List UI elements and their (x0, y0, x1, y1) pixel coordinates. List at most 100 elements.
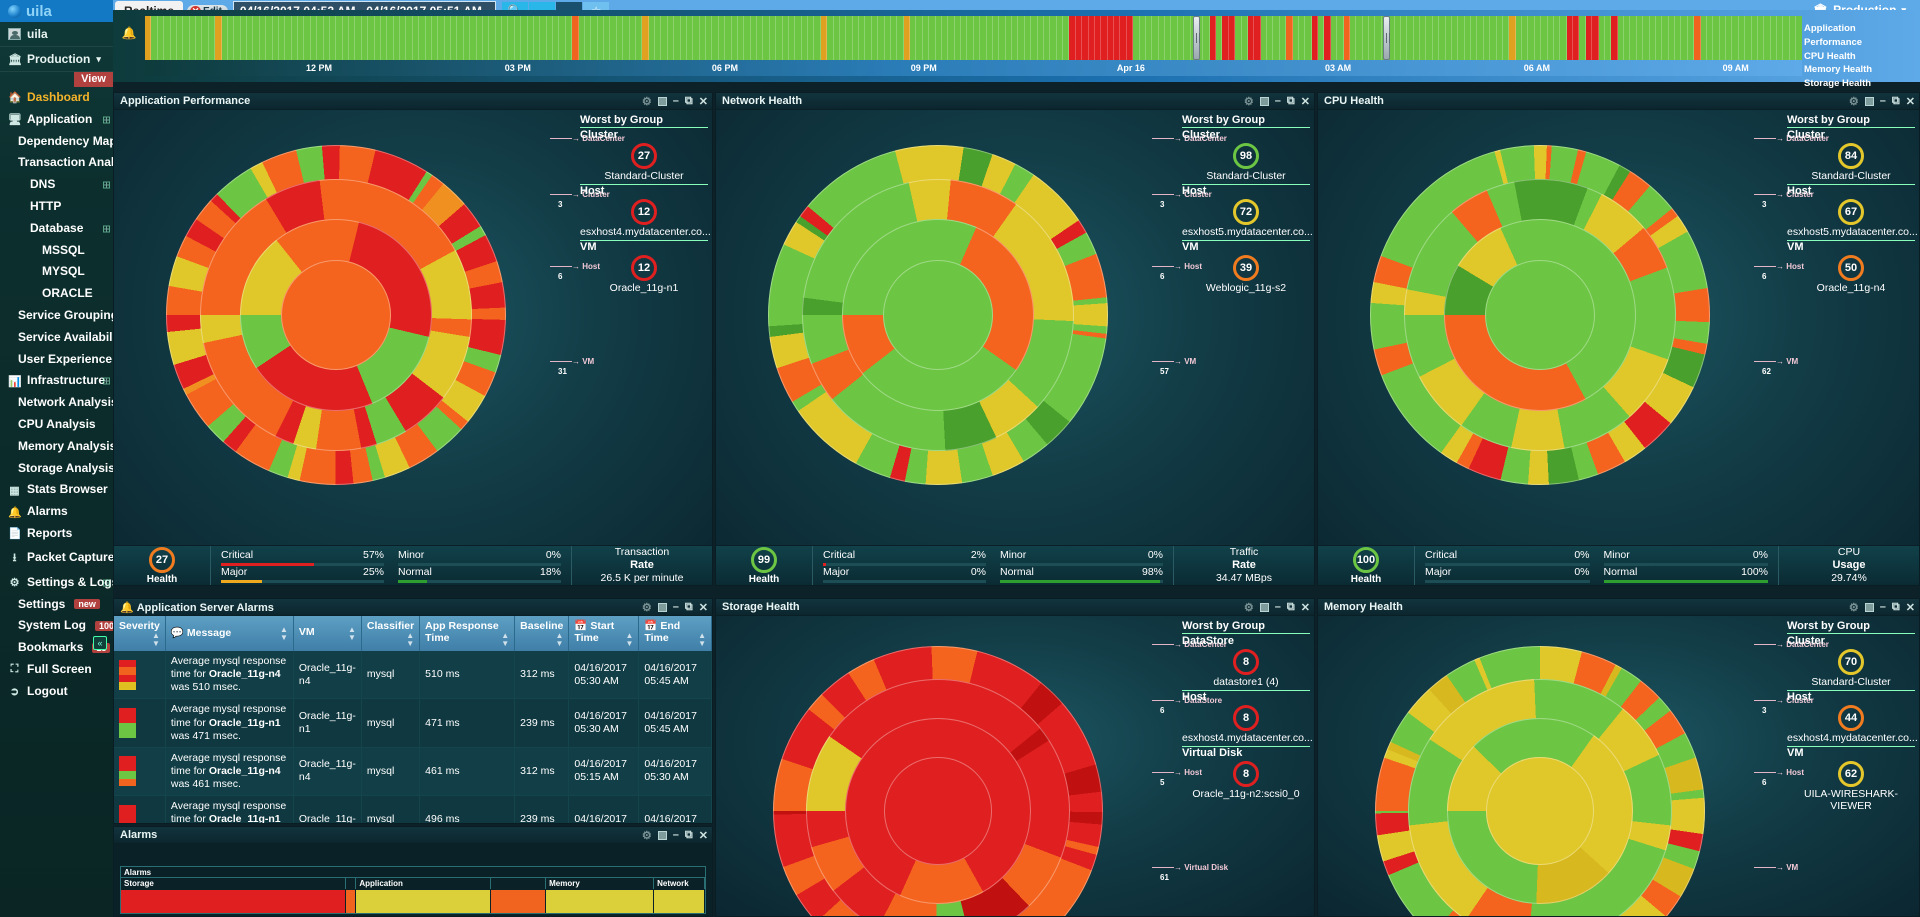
worst-group-score[interactable]: 8 (1233, 649, 1259, 675)
restore-icon[interactable] (1259, 96, 1269, 106)
tenant-selector[interactable]: 🏛 Production ▾ (0, 47, 113, 72)
sidebar-item-service-availability[interactable]: Service Availability (0, 327, 113, 349)
worst-group-score[interactable]: 12 (631, 255, 657, 281)
gear-icon[interactable]: ⚙ (642, 95, 652, 108)
timeline-handle-right[interactable] (1382, 16, 1390, 60)
minimize-icon[interactable]: – (673, 829, 679, 841)
restore-icon[interactable] (657, 602, 667, 612)
treemap-tile[interactable] (345, 890, 357, 913)
sidebar-item-dns[interactable]: DNS (0, 174, 113, 196)
worst-group-name[interactable]: esxhost4.mydatacenter.co... (1182, 732, 1313, 747)
timeline-handle-left[interactable] (1193, 16, 1201, 60)
sidebar-item-service-grouping[interactable]: Service Grouping (0, 305, 113, 327)
expand-icon[interactable] (103, 181, 110, 189)
sidebar-item-settings-logs[interactable]: ⚙ Settings & Logs (0, 572, 113, 594)
table-row[interactable]: Average mysql response time for Oracle_1… (114, 747, 712, 797)
restore-icon[interactable] (1259, 602, 1269, 612)
view-badge[interactable]: View (74, 72, 113, 87)
maximize-icon[interactable]: ⧉ (685, 95, 693, 108)
worst-group-name[interactable]: Oracle_11g-n1 (580, 282, 708, 296)
sort-icon[interactable]: ▲ ▼ (555, 631, 563, 648)
worst-group-name[interactable]: Standard-Cluster (580, 170, 708, 185)
worst-group-score[interactable]: 67 (1838, 199, 1864, 225)
sidebar-item-transaction-analysis[interactable]: Transaction Analysis (0, 152, 113, 174)
sidebar-item-logout[interactable]: ➲ Logout (0, 681, 113, 703)
worst-group-score[interactable]: 72 (1233, 199, 1259, 225)
worst-group-name[interactable]: esxhost5.mydatacenter.co... (1182, 226, 1313, 241)
app-logo[interactable]: uila (0, 0, 113, 22)
maximize-icon[interactable]: ⧉ (1892, 95, 1900, 108)
sidebar-item-stats-browser[interactable]: ▦ Stats Browser (0, 479, 113, 501)
close-icon[interactable]: ✕ (1906, 95, 1915, 108)
sidebar-item-dashboard[interactable]: 🏠 Dashboard (0, 87, 113, 109)
sidebar-item-storage-analysis[interactable]: Storage Analysis (0, 458, 113, 480)
sunburst-ring[interactable] (882, 259, 994, 371)
close-icon[interactable]: ✕ (1301, 95, 1310, 108)
sort-icon[interactable]: ▲ ▼ (406, 631, 414, 648)
table-row[interactable]: Average mysql response time for Oracle_1… (114, 795, 712, 823)
sidebar-item-oracle[interactable]: ORACLE (0, 283, 113, 305)
treemap-tile[interactable] (490, 890, 547, 913)
minimize-icon[interactable]: – (1880, 95, 1886, 107)
close-icon[interactable]: ✕ (1301, 601, 1310, 614)
sidebar-item-dependency-mapping[interactable]: Dependency Mapping (0, 131, 113, 153)
sidebar-collapse-button[interactable]: « (93, 636, 107, 650)
expand-icon[interactable] (103, 225, 110, 233)
worst-group-name[interactable]: Standard-Cluster (1182, 170, 1310, 185)
worst-group-score[interactable]: 39 (1233, 255, 1259, 281)
sidebar-item-cpu-analysis[interactable]: CPU Analysis (0, 414, 113, 436)
worst-group-score[interactable]: 12 (631, 199, 657, 225)
table-header-baseline[interactable]: Baseline ▲ ▼ (514, 616, 570, 651)
sidebar-item-memory-analysis[interactable]: Memory Analysis (0, 436, 113, 458)
sidebar-item-reports[interactable]: 📄 Reports (0, 523, 113, 545)
table-header-vm[interactable]: VM ▲ ▼ (293, 616, 362, 651)
close-icon[interactable]: ✕ (699, 601, 708, 614)
sidebar-item-network-analysis[interactable]: Network Analysis (0, 392, 113, 414)
close-icon[interactable]: ✕ (699, 829, 708, 842)
sidebar-item-application[interactable]: 🖥 Application (0, 109, 113, 131)
gear-icon[interactable]: ⚙ (1244, 95, 1254, 108)
sidebar-item-settings[interactable]: Settings new (0, 594, 113, 616)
restore-icon[interactable] (657, 830, 667, 840)
timeline-strip[interactable] (145, 16, 1802, 60)
maximize-icon[interactable]: ⧉ (685, 829, 693, 842)
minimize-icon[interactable]: – (1880, 601, 1886, 613)
worst-group-score[interactable]: 8 (1233, 761, 1259, 787)
sidebar-item-http[interactable]: HTTP (0, 196, 113, 218)
worst-group-score[interactable]: 8 (1233, 705, 1259, 731)
worst-group-name[interactable]: esxhost4.mydatacenter.co... (1787, 732, 1918, 747)
sunburst-ring[interactable] (884, 757, 992, 865)
sunburst-ring[interactable] (1486, 757, 1594, 865)
sunburst-ring[interactable] (280, 259, 392, 371)
table-header-message[interactable]: 💬 Message ▲ ▼ (165, 616, 294, 651)
table-header-end-time[interactable]: 📅 End Time ▲ ▼ (638, 616, 712, 651)
sidebar-item-system-log[interactable]: System Log 1000 (0, 615, 113, 637)
sidebar-item-full-screen[interactable]: ⛶ Full Screen (0, 659, 113, 681)
sort-icon[interactable]: ▲ ▼ (501, 631, 509, 648)
table-header-start-time[interactable]: 📅 Start Time ▲ ▼ (568, 616, 640, 651)
timeline[interactable]: 🔔 12 PM 03 PM 06 PM 09 PM Apr 16 03 AM 06 AM 09… (113, 10, 1920, 103)
user-menu[interactable]: uila (0, 22, 113, 47)
worst-group-name[interactable]: Oracle_11g-n4 (1787, 282, 1915, 296)
treemap-tile[interactable] (546, 890, 655, 913)
close-icon[interactable]: ✕ (1906, 601, 1915, 614)
expand-icon[interactable] (103, 116, 110, 124)
restore-icon[interactable] (1864, 96, 1874, 106)
gear-icon[interactable]: ⚙ (642, 829, 652, 842)
table-header-classifier[interactable]: Classifier ▲ ▼ (361, 616, 421, 651)
sidebar-item-alarms[interactable]: 🔔 Alarms (0, 501, 113, 523)
sidebar-item-database[interactable]: Database (0, 218, 113, 240)
minimize-icon[interactable]: – (673, 601, 679, 613)
worst-group-name[interactable]: esxhost5.mydatacenter.co... (1787, 226, 1918, 241)
minimize-icon[interactable]: – (1275, 95, 1281, 107)
worst-group-name[interactable]: Standard-Cluster (1787, 676, 1915, 691)
close-icon[interactable]: ✕ (699, 95, 708, 108)
worst-group-score[interactable]: 62 (1838, 761, 1864, 787)
worst-group-name[interactable]: Standard-Cluster (1787, 170, 1915, 185)
sunburst-ring[interactable] (1484, 259, 1596, 371)
worst-group-score[interactable]: 44 (1838, 705, 1864, 731)
sort-icon[interactable]: ▲ ▼ (625, 632, 633, 648)
worst-group-score[interactable]: 27 (631, 143, 657, 169)
restore-icon[interactable] (657, 96, 667, 106)
expand-icon[interactable] (103, 377, 110, 385)
